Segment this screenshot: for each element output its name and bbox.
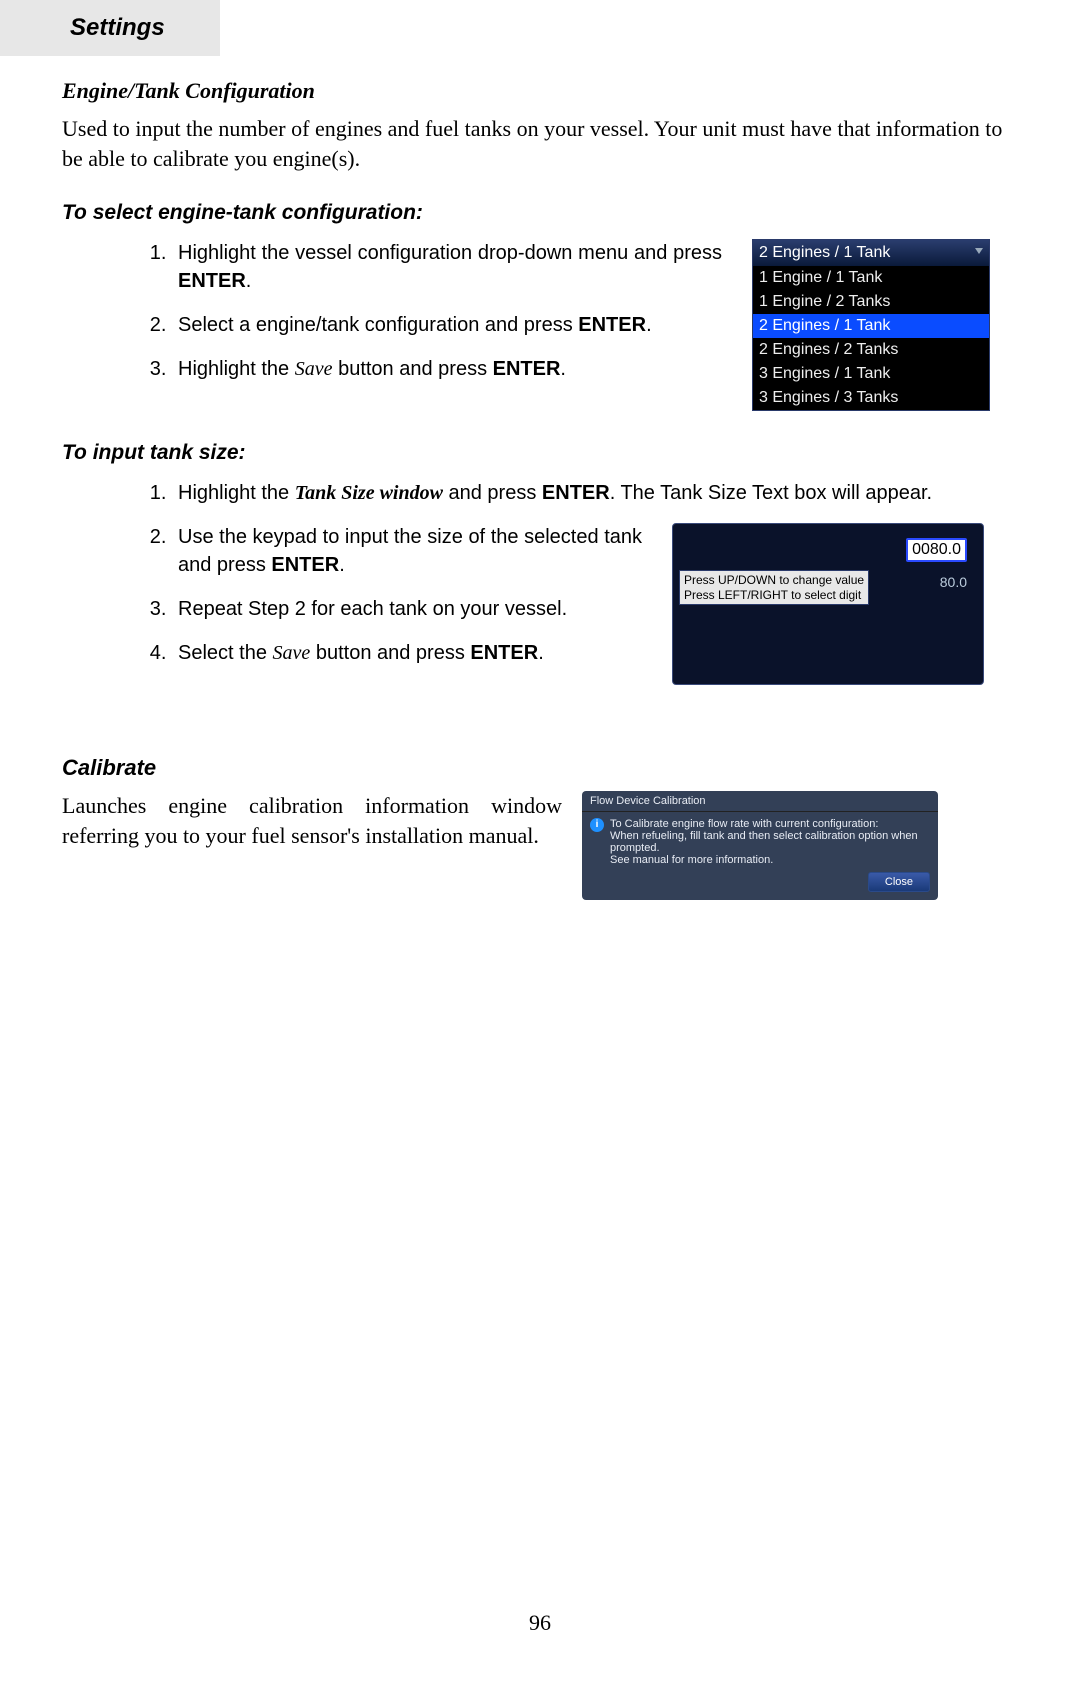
tank-size-ghost: 80.0 xyxy=(940,574,967,590)
dropdown-option[interactable]: 3 Engines / 1 Tank xyxy=(753,362,989,386)
calibrate-paragraph: Launches engine calibration information … xyxy=(62,791,562,850)
page-content: Engine/Tank Configuration Used to input … xyxy=(62,78,1018,900)
tank-size-value[interactable]: 0080.0 xyxy=(906,538,967,562)
heading-calibrate: Calibrate xyxy=(62,755,1018,781)
tank-size-steps: Highlight the Tank Size window and press… xyxy=(62,479,1018,507)
tank-size-steps-cont: Use the keypad to input the size of the … xyxy=(62,523,652,683)
heading-engine-tank: Engine/Tank Configuration xyxy=(62,78,1018,104)
dropdown-list: 1 Engine / 1 Tank 1 Engine / 2 Tanks 2 E… xyxy=(753,266,989,410)
dropdown-option[interactable]: 1 Engine / 2 Tanks xyxy=(753,290,989,314)
step-a1: Highlight the vessel configuration drop-… xyxy=(172,239,732,295)
flow-device-calibration-dialog: Flow Device Calibration i To Calibrate e… xyxy=(582,791,938,900)
step-a3: Highlight the Save button and press ENTE… xyxy=(172,355,732,383)
tank-size-row: Use the keypad to input the size of the … xyxy=(62,523,1018,685)
dialog-footer: Close xyxy=(582,868,938,900)
calibrate-row: Launches engine calibration information … xyxy=(62,791,1018,900)
dialog-text: To Calibrate engine flow rate with curre… xyxy=(610,818,930,866)
close-button[interactable]: Close xyxy=(868,872,930,892)
dropdown-option[interactable]: 2 Engines / 1 Tank xyxy=(753,314,989,338)
step-b2: Use the keypad to input the size of the … xyxy=(172,523,652,579)
dropdown-option[interactable]: 1 Engine / 1 Tank xyxy=(753,266,989,290)
dropdown-option[interactable]: 3 Engines / 3 Tanks xyxy=(753,386,989,410)
tank-size-input[interactable]: 0080.0 Press UP/DOWN to change value Pre… xyxy=(672,523,984,685)
step-b4: Select the Save button and press ENTER. xyxy=(172,639,652,667)
page-number: 96 xyxy=(0,1610,1080,1636)
dialog-body: i To Calibrate engine flow rate with cur… xyxy=(582,812,938,868)
vessel-config-dropdown[interactable]: 2 Engines / 1 Tank 1 Engine / 1 Tank 1 E… xyxy=(752,239,990,411)
intro-paragraph: Used to input the number of engines and … xyxy=(62,114,1018,173)
select-config-steps: Highlight the vessel configuration drop-… xyxy=(62,239,732,399)
dropdown-selected[interactable]: 2 Engines / 1 Tank xyxy=(753,240,989,266)
step-b3: Repeat Step 2 for each tank on your vess… xyxy=(172,595,652,623)
tab-label: Settings xyxy=(70,14,165,42)
heading-input-tank-size: To input tank size: xyxy=(62,441,1018,465)
heading-select-config: To select engine-tank configuration: xyxy=(62,201,1018,225)
select-config-row: Highlight the vessel configuration drop-… xyxy=(62,239,1018,411)
info-icon: i xyxy=(590,818,604,832)
dialog-title: Flow Device Calibration xyxy=(582,791,938,812)
step-a2: Select a engine/tank configuration and p… xyxy=(172,311,732,339)
manual-page: Settings Engine/Tank Configuration Used … xyxy=(0,0,1080,1682)
section-tab: Settings xyxy=(0,0,220,56)
tank-size-tooltip: Press UP/DOWN to change value Press LEFT… xyxy=(679,570,869,605)
step-b1: Highlight the Tank Size window and press… xyxy=(172,479,1018,507)
dropdown-option[interactable]: 2 Engines / 2 Tanks xyxy=(753,338,989,362)
